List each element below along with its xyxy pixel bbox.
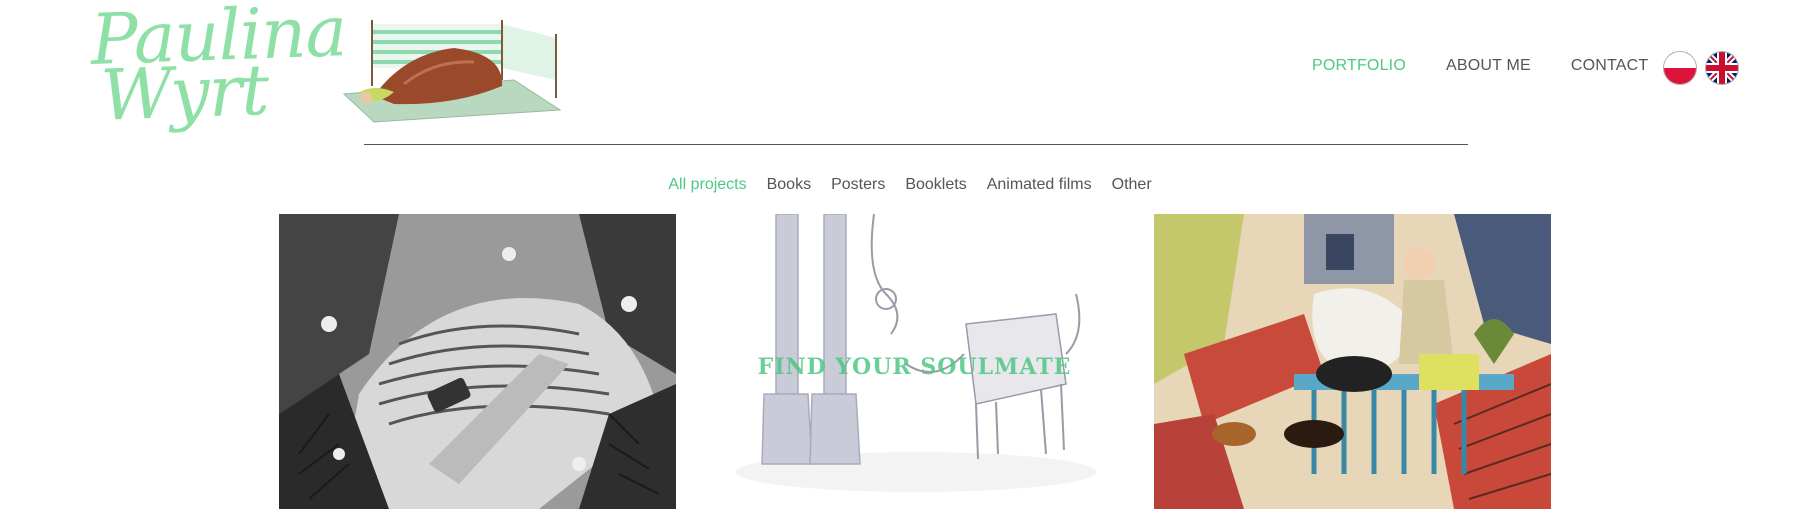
portfolio-item-soulmate[interactable]: FIND YOUR SOULMATE <box>716 214 1113 509</box>
filter-animated-films[interactable]: Animated films <box>987 176 1092 194</box>
forest-illustration <box>279 214 676 509</box>
rooftop-dogs-illustration <box>1154 214 1551 509</box>
poland-flag-icon[interactable] <box>1664 52 1696 84</box>
nav-portfolio[interactable]: PORTFOLIO <box>1312 57 1406 75</box>
site-logo[interactable]: Paulina Wyrt <box>89 0 347 142</box>
category-filters: All projects Books Posters Booklets Anim… <box>0 176 1820 194</box>
uk-flag-icon[interactable] <box>1706 52 1738 84</box>
nav-about-me[interactable]: ABOUT ME <box>1446 57 1531 75</box>
tile-caption: FIND YOUR SOULMATE <box>757 354 1072 380</box>
nav-contact[interactable]: CONTACT <box>1571 57 1649 75</box>
filter-books[interactable]: Books <box>767 176 811 194</box>
language-switcher <box>1664 52 1738 84</box>
header-illustration <box>334 14 566 126</box>
header-divider <box>364 144 1468 145</box>
filter-booklets[interactable]: Booklets <box>905 176 966 194</box>
filter-posters[interactable]: Posters <box>831 176 885 194</box>
portfolio-item-forest[interactable] <box>279 214 676 509</box>
main-nav: PORTFOLIO ABOUT ME CONTACT <box>1312 57 1648 75</box>
filter-all-projects[interactable]: All projects <box>668 176 746 194</box>
portfolio-item-rooftop-dogs[interactable] <box>1154 214 1551 509</box>
filter-other[interactable]: Other <box>1112 176 1152 194</box>
